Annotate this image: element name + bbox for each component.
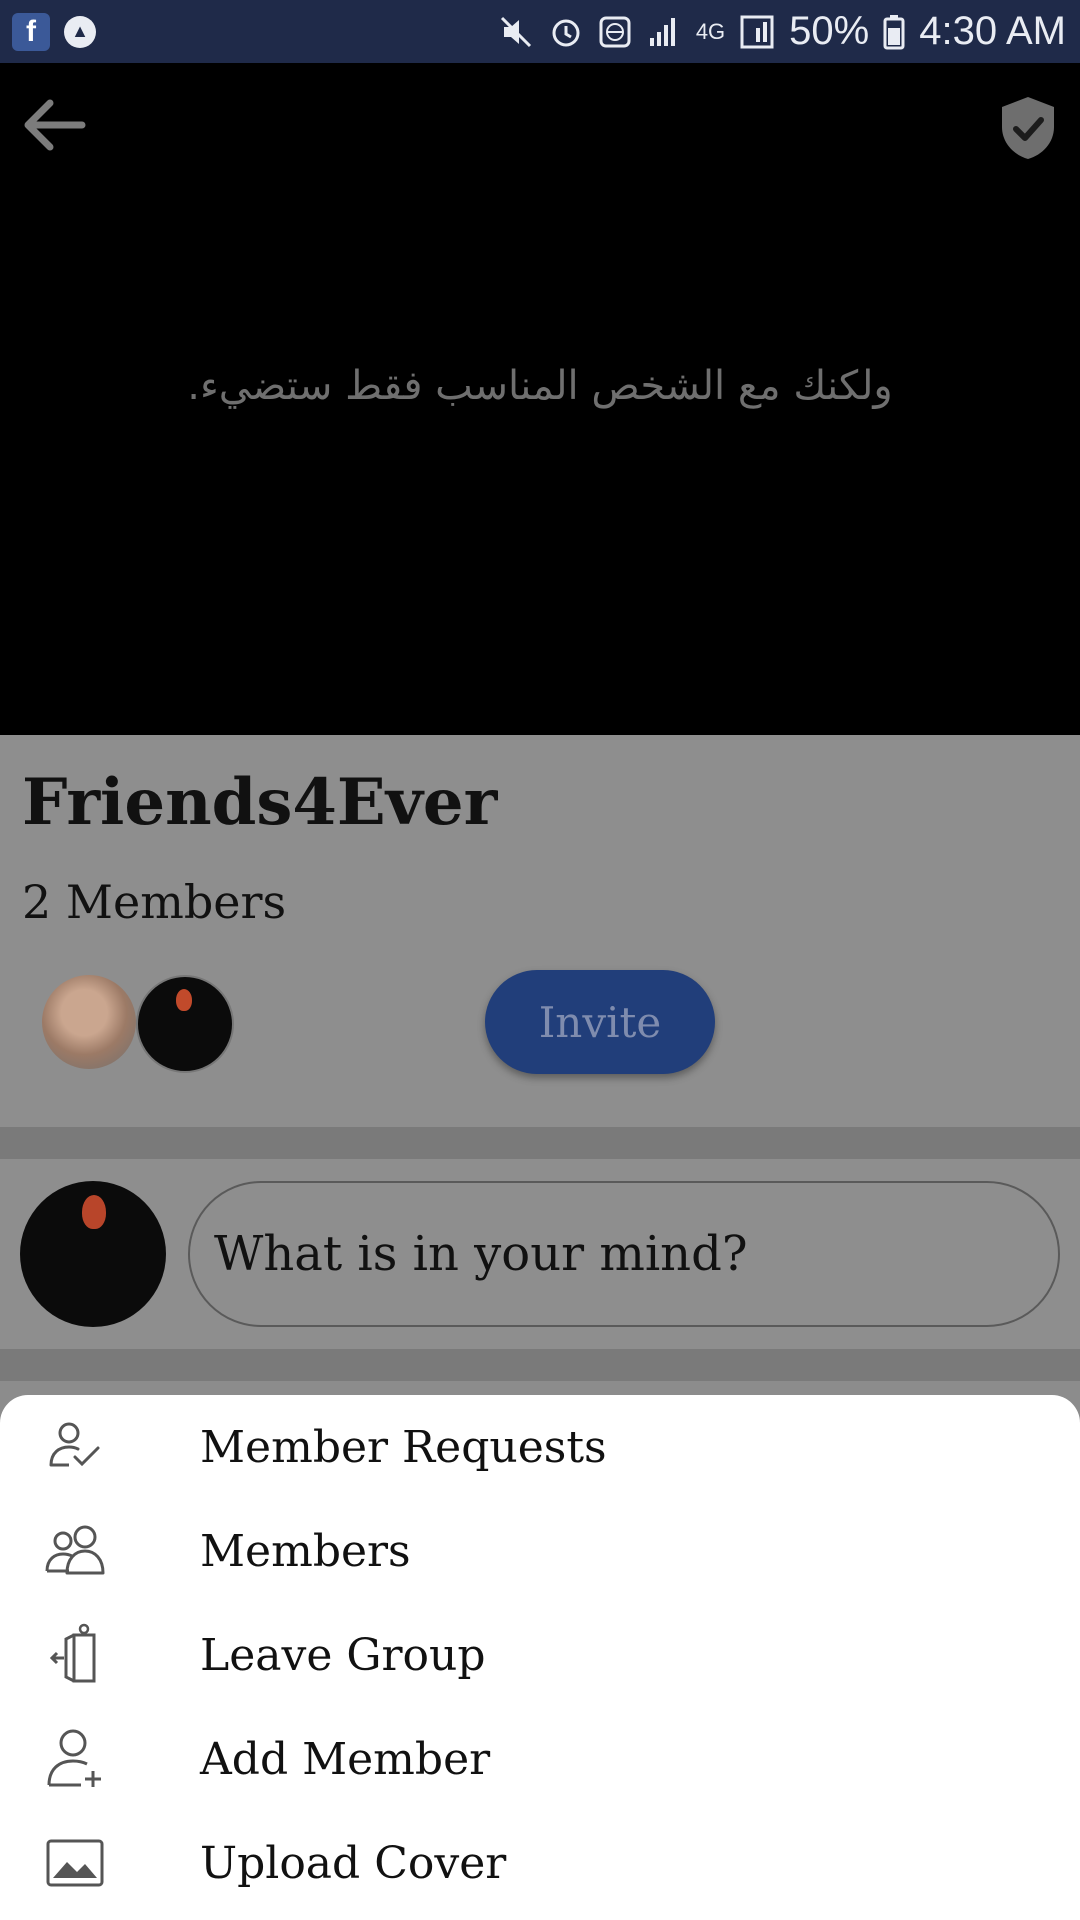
group-cover: ولكنك مع الشخص المناسب فقط ستضيء. — [0, 63, 1080, 735]
menu-item-member-requests[interactable]: Member Requests — [0, 1395, 1080, 1499]
menu-item-label: Leave Group — [200, 1629, 486, 1681]
group-options-sheet: Member Requests Members Leave Group Add … — [0, 1395, 1080, 1920]
back-button[interactable] — [18, 95, 88, 155]
facebook-icon: f — [12, 12, 50, 51]
status-bar-left: f ▲ — [12, 12, 96, 51]
menu-item-label: Add Member — [200, 1733, 491, 1785]
group-info-section: Friends4Ever 2 Members Invite — [0, 735, 1080, 1127]
section-divider — [0, 1127, 1080, 1159]
group-name: Friends4Ever — [22, 765, 498, 840]
post-input[interactable]: What is in your mind? — [188, 1181, 1060, 1327]
shield-check-icon — [1002, 97, 1054, 159]
leave-group-icon — [40, 1620, 110, 1690]
menu-item-upload-cover[interactable]: Upload Cover — [0, 1811, 1080, 1915]
member-avatar[interactable] — [136, 975, 234, 1073]
alarm-icon — [548, 14, 584, 50]
member-avatar[interactable] — [42, 975, 136, 1069]
section-divider — [0, 1349, 1080, 1381]
member-requests-icon — [40, 1412, 110, 1482]
menu-item-add-member[interactable]: Add Member — [0, 1707, 1080, 1811]
menu-item-label: Member Requests — [200, 1421, 607, 1473]
globe-icon — [598, 15, 632, 49]
network-type-label: 4G — [695, 18, 726, 44]
add-member-icon — [40, 1724, 110, 1794]
member-count: 2 Members — [22, 875, 287, 929]
status-time: 4:30 AM — [919, 9, 1066, 53]
menu-item-leave-group[interactable]: Leave Group — [0, 1603, 1080, 1707]
menu-item-label: Members — [200, 1525, 411, 1577]
cover-quote: ولكنك مع الشخص المناسب فقط ستضيء. — [187, 363, 893, 409]
invite-button[interactable]: Invite — [485, 970, 715, 1074]
battery-icon — [883, 14, 905, 50]
group-privacy-shield[interactable] — [998, 93, 1058, 163]
battery-percent: 50% — [789, 9, 870, 53]
upload-cover-icon — [40, 1828, 110, 1898]
network-icon — [739, 14, 775, 50]
back-arrow-icon — [24, 99, 86, 151]
menu-item-members[interactable]: Members — [0, 1499, 1080, 1603]
menu-item-label: Upload Cover — [200, 1837, 507, 1889]
mute-icon — [498, 14, 534, 50]
status-bar-right: 4G 50% 4:30 AM — [498, 9, 1066, 54]
members-icon — [40, 1516, 110, 1586]
triangle-icon: ▲ — [64, 15, 96, 48]
status-bar: f ▲ 4G 50% 4:30 AM — [0, 0, 1080, 63]
signal-icon — [646, 14, 682, 50]
post-composer: What is in your mind? — [0, 1159, 1080, 1349]
user-avatar — [20, 1181, 166, 1327]
